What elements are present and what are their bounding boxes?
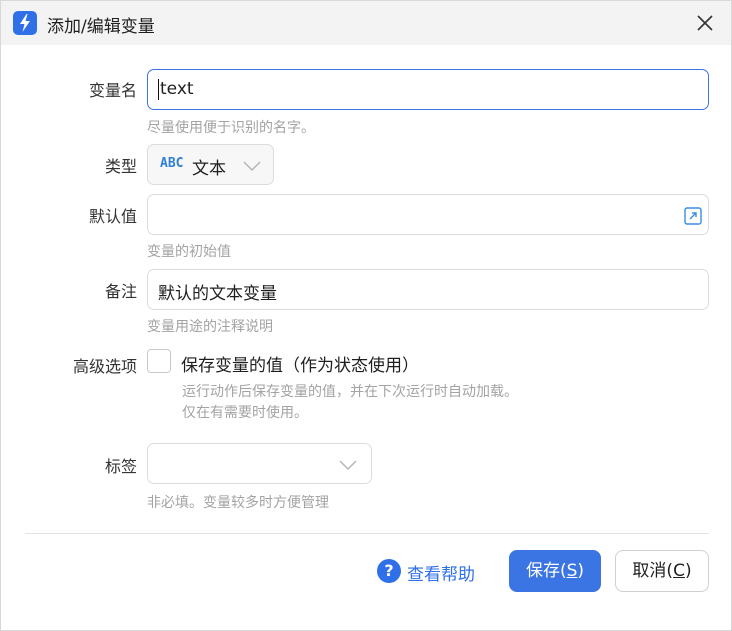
advanced-label: 高级选项 (72, 357, 137, 376)
save-button-label-end: ) (577, 561, 585, 581)
title-bar: 添加/编辑变量 (1, 1, 731, 45)
save-button-label: 保存( (525, 561, 567, 581)
save-button[interactable]: 保存(S) (509, 550, 601, 592)
abc-text-type-icon: ABC (160, 156, 184, 171)
tags-select[interactable] (147, 443, 372, 484)
note-input[interactable]: 默认的文本变量 (147, 269, 709, 310)
note-hint: 变量用途的注释说明 (147, 319, 273, 335)
default-hint: 变量的初始值 (147, 244, 231, 260)
cancel-shortcut-key: C (673, 561, 685, 581)
footer-divider (25, 533, 709, 534)
help-link-label: 查看帮助 (407, 565, 475, 585)
close-button[interactable] (691, 9, 719, 37)
type-select[interactable]: ABC 文本 (147, 144, 274, 185)
cancel-button[interactable]: 取消(C) (615, 550, 709, 592)
chevron-down-icon (243, 161, 261, 172)
advanced-hint-line2: 仅在有需要时使用。 (182, 405, 308, 421)
cancel-button-label: 取消( (632, 561, 674, 581)
text-caret (158, 79, 159, 100)
tags-hint: 非必填。变量较多时方便管理 (147, 495, 329, 511)
type-label: 类型 (104, 157, 137, 176)
dialog-title: 添加/编辑变量 (47, 17, 155, 37)
tags-label: 标签 (104, 457, 137, 476)
name-label: 变量名 (88, 81, 137, 100)
expand-icon[interactable] (684, 207, 702, 225)
variable-name-value: text (160, 79, 194, 99)
cancel-button-label-end: ) (684, 561, 692, 581)
dialog-window: 添加/编辑变量 变量名 text 尽量使用便于识别的名字。 类型 ABC 文本 … (0, 0, 732, 631)
save-state-label[interactable]: 保存变量的值（作为状态使用） (181, 351, 419, 376)
variable-name-input[interactable]: text (147, 69, 709, 110)
note-label: 备注 (104, 282, 137, 301)
question-icon: ? (377, 559, 401, 583)
close-icon (697, 15, 713, 31)
save-shortcut-key: S (566, 561, 578, 581)
chevron-down-icon (339, 460, 357, 471)
default-value-input[interactable] (147, 194, 709, 235)
note-value: 默认的文本变量 (158, 284, 277, 304)
type-value: 文本 (192, 159, 226, 179)
advanced-hint-line1: 运行动作后保存变量的值，并在下次运行时自动加载。 (182, 384, 518, 400)
default-label: 默认值 (88, 207, 137, 226)
name-hint: 尽量使用便于识别的名字。 (147, 120, 315, 136)
save-state-checkbox[interactable] (147, 349, 171, 373)
lightning-app-icon (13, 11, 37, 35)
